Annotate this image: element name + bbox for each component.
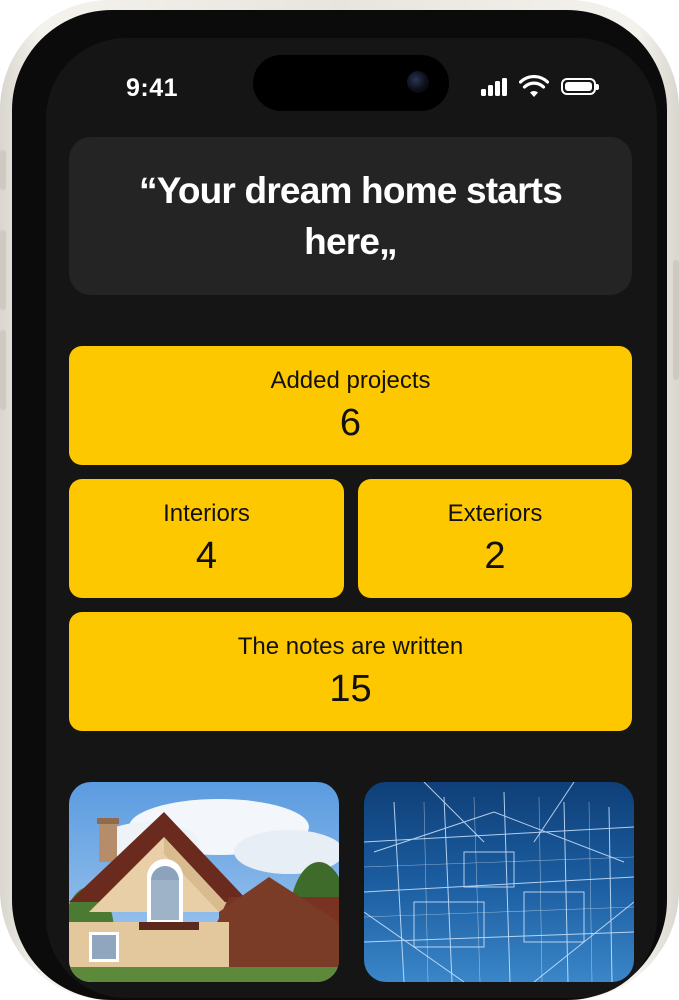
stat-label: Interiors bbox=[163, 499, 250, 527]
front-camera-icon bbox=[407, 71, 429, 93]
side-button-power bbox=[673, 260, 679, 380]
status-time: 9:41 bbox=[126, 74, 179, 102]
stat-card-notes[interactable]: The notes are written 15 bbox=[69, 612, 632, 731]
wifi-icon bbox=[519, 75, 549, 97]
house-exterior-photo[interactable] bbox=[69, 782, 339, 982]
stat-card-exteriors[interactable]: Exteriors 2 bbox=[358, 479, 632, 598]
stat-label: Exteriors bbox=[447, 499, 543, 527]
side-button-volume-up bbox=[0, 230, 6, 310]
dynamic-island bbox=[253, 55, 449, 111]
stat-label: The notes are written bbox=[237, 632, 464, 660]
app-screen: 9:41 “Your dream home starts here„ Added… bbox=[46, 38, 657, 998]
stat-card-interiors[interactable]: Interiors 4 bbox=[69, 479, 344, 598]
stat-value: 4 bbox=[195, 534, 218, 577]
stat-value: 15 bbox=[329, 667, 372, 710]
phone-bezel: 9:41 “Your dream home starts here„ Added… bbox=[12, 10, 667, 1000]
cellular-signal-icon bbox=[481, 78, 507, 96]
battery-icon bbox=[561, 78, 599, 95]
side-button-volume-down bbox=[0, 330, 6, 410]
quote-text: “Your dream home starts here„ bbox=[139, 170, 563, 262]
quote-card: “Your dream home starts here„ bbox=[69, 137, 632, 295]
interior-blueprint-photo[interactable] bbox=[364, 782, 634, 982]
status-icons bbox=[481, 74, 611, 100]
side-button-action bbox=[0, 150, 6, 190]
stat-value: 6 bbox=[339, 401, 362, 444]
stat-label: Added projects bbox=[270, 366, 431, 394]
stat-value: 2 bbox=[484, 534, 506, 577]
stat-card-added-projects[interactable]: Added projects 6 bbox=[69, 346, 632, 465]
